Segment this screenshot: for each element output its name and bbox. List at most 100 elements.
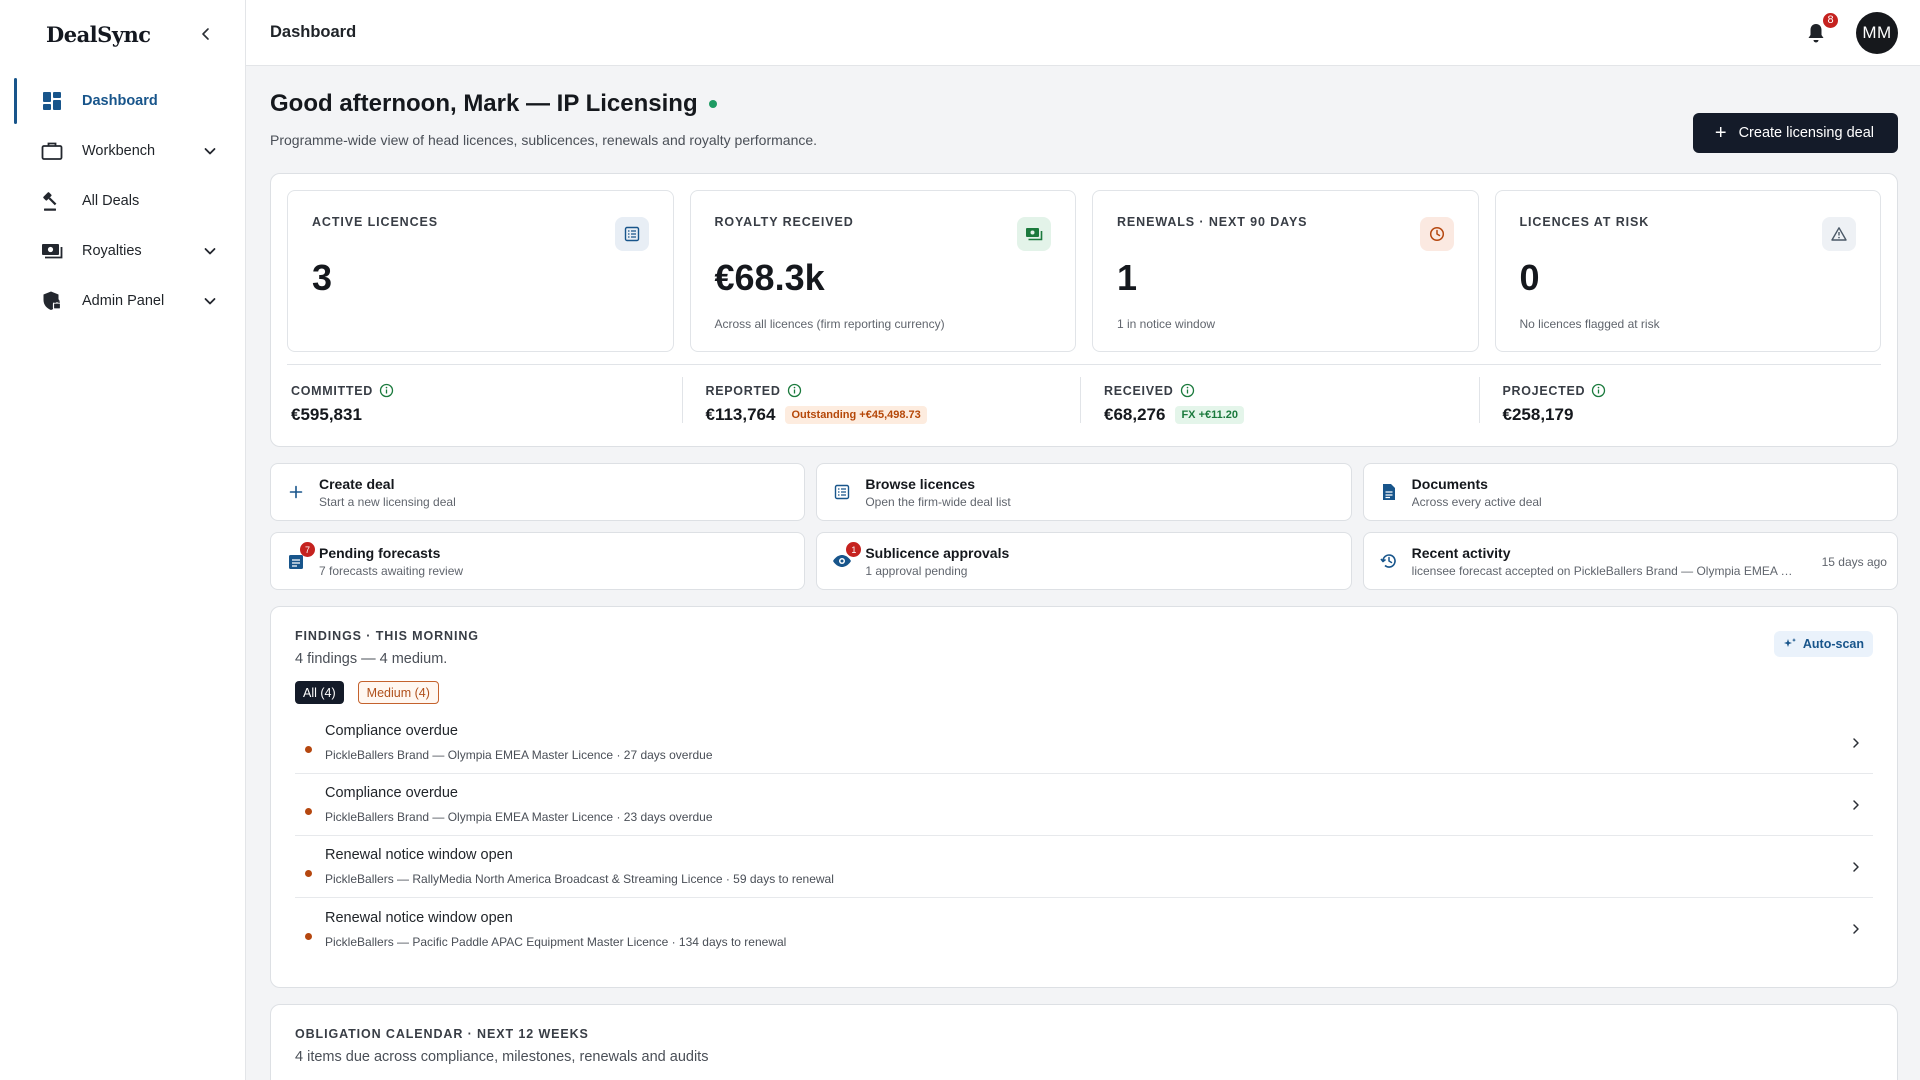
quick-action-recent-activity[interactable]: Recent activity licensee forecast accept… (1362, 532, 1898, 590)
finding-text: Renewal notice window open PickleBallers… (325, 847, 1847, 886)
quick-action-subtitle: licensee forecast accepted on PickleBall… (1411, 563, 1793, 578)
finding-title: Compliance overdue (325, 785, 458, 801)
brand-row: DealSync (0, 0, 245, 68)
findings-filters: All (4) Medium (4) (295, 681, 1873, 704)
info-icon[interactable] (787, 383, 802, 398)
kpi-card-licences-at-risk[interactable]: LICENCES AT RISK 0 No licences flagged a… (1494, 190, 1881, 352)
quick-action-title: Pending forecasts (319, 544, 441, 561)
finding-subtitle: PickleBallers Brand — Olympia EMEA Maste… (325, 810, 713, 824)
approval-count-badge: 1 (846, 542, 862, 557)
collapse-sidebar-button[interactable] (193, 21, 219, 47)
finding-text: Compliance overdue PickleBallers Brand —… (325, 723, 1847, 762)
received-value-row: €68,276 FX +€11.20 (1104, 405, 1483, 425)
chevron-left-icon (202, 28, 209, 40)
outstanding-badge: Outstanding +€45,498.73 (785, 406, 927, 424)
finding-title: Renewal notice window open (325, 847, 513, 863)
reported-label-text: REPORTED (705, 383, 781, 398)
sidebar-item-dashboard[interactable]: Dashboard (0, 76, 245, 126)
finding-subtitle: PickleBallers — Pacific Paddle APAC Equi… (325, 934, 787, 949)
eye-icon: 1 (829, 542, 862, 574)
quick-action-subtitle: Across every active deal (1411, 494, 1542, 509)
quick-action-create-deal[interactable]: Create deal Start a new licensing deal (270, 463, 806, 521)
quick-action-documents[interactable]: Documents Across every active deal (1362, 463, 1898, 521)
findings-summary: 4 findings — 4 medium. (295, 651, 448, 667)
greeting-row: Good afternoon, Mark — IP Licensing Prog… (270, 66, 1898, 153)
kpi-label: ROYALTY RECEIVED (714, 215, 854, 229)
severity-dot (305, 808, 312, 815)
kpi-card-active-licences[interactable]: ACTIVE LICENCES 3 (287, 190, 674, 352)
kpi-value: 3 (312, 257, 333, 298)
quick-action-text: Pending forecasts 7 forecasts awaiting r… (319, 545, 794, 578)
kpi-value: €68.3k (714, 257, 825, 298)
sidebar-item-admin-panel[interactable]: Admin Panel (0, 276, 245, 326)
list-icon (614, 217, 649, 251)
warning-icon (1822, 217, 1856, 251)
forecast-icon: 7 (283, 542, 315, 574)
chevron-down-icon (201, 242, 219, 260)
projected-value-row: €258,179 (1503, 405, 1882, 425)
quick-action-pending-forecasts[interactable]: 7 Pending forecasts 7 forecasts awaiting… (270, 532, 806, 590)
kpi-grid: ACTIVE LICENCES 3 ROYALTY RECEIVED €68.3… (287, 190, 1881, 352)
quick-action-sublicence-approvals[interactable]: 1 Sublicence approvals 1 approval pendin… (816, 532, 1352, 590)
finding-text: Renewal notice window open PickleBallers… (325, 910, 1847, 949)
notifications-button[interactable]: 8 (1800, 10, 1840, 49)
calendar-summary: 4 items due across compliance, milestone… (295, 1049, 709, 1065)
gavel-icon (40, 189, 64, 213)
sidebar-item-all-deals[interactable]: All Deals (0, 176, 245, 226)
forecast-count-badge: 7 (300, 542, 315, 557)
info-icon[interactable] (1591, 383, 1606, 398)
auto-scan-label: Auto-scan (1802, 637, 1864, 651)
findings-list: Compliance overdue PickleBallers Brand —… (295, 712, 1873, 960)
finding-row[interactable]: Renewal notice window open PickleBallers… (295, 836, 1873, 898)
quick-action-title: Create deal (319, 475, 395, 492)
quick-action-subtitle: Open the firm-wide deal list (865, 494, 1011, 509)
plus-icon: + (1714, 122, 1727, 144)
auto-scan-button[interactable]: Auto-scan (1773, 631, 1873, 657)
received-label-text: RECEIVED (1104, 383, 1174, 398)
sidebar-item-royalties[interactable]: Royalties (0, 226, 245, 276)
finding-title: Renewal notice window open (325, 909, 513, 926)
finding-row[interactable]: Compliance overdue PickleBallers Brand —… (295, 712, 1873, 774)
create-licensing-deal-button[interactable]: + Create licensing deal (1692, 113, 1898, 153)
filter-medium[interactable]: Medium (4) (357, 681, 439, 704)
sidebar-item-label: Dashboard (82, 93, 158, 109)
finding-subtitle: PickleBallers Brand — Olympia EMEA Maste… (325, 748, 713, 762)
filter-all[interactable]: All (4) (295, 681, 344, 704)
committed-value-row: €595,831 (291, 405, 686, 425)
reported-value-row: €113,764 Outstanding +€45,498.73 (706, 405, 1085, 425)
quick-action-browse-licences[interactable]: Browse licences Open the firm-wide deal … (816, 463, 1352, 521)
kpi-label: RENEWALS · NEXT 90 DAYS (1117, 215, 1308, 229)
received-cell: RECEIVED €68,276 FX +€11.20 (1080, 365, 1483, 448)
received-label: RECEIVED (1104, 383, 1483, 398)
finding-row[interactable]: Compliance overdue PickleBallers Brand —… (295, 774, 1873, 836)
info-icon[interactable] (1180, 383, 1195, 398)
sidebar-item-workbench[interactable]: Workbench (0, 126, 245, 176)
greeting-subtitle: Programme-wide view of head licences, su… (270, 132, 818, 148)
quick-action-title: Browse licences (865, 475, 976, 492)
quick-action-title: Sublicence approvals (865, 544, 1010, 561)
kpi-value: 0 (1519, 257, 1540, 298)
reported-label: REPORTED (706, 383, 1085, 398)
finding-text: Compliance overdue PickleBallers Brand —… (325, 785, 1847, 824)
briefcase-icon (40, 139, 64, 163)
finding-row[interactable]: Renewal notice window open PickleBallers… (295, 898, 1873, 960)
projected-label: PROJECTED (1503, 383, 1882, 398)
list-icon (829, 479, 855, 505)
page-title: Dashboard (270, 23, 357, 41)
quick-action-title: Documents (1411, 475, 1488, 492)
avatar[interactable]: MM (1856, 11, 1898, 54)
kpi-label: ACTIVE LICENCES (312, 215, 439, 229)
plus-icon (283, 479, 309, 505)
info-icon[interactable] (379, 383, 394, 398)
kpi-card-royalty-received[interactable]: ROYALTY RECEIVED €68.3k Across all licen… (689, 190, 1076, 352)
chevron-right-icon (1847, 920, 1865, 938)
quick-action-title: Recent activity (1411, 544, 1511, 561)
finding-title: Compliance overdue (325, 723, 458, 739)
sparkle-icon (1783, 638, 1796, 647)
quick-action-text: Sublicence approvals 1 approval pending (865, 545, 1340, 578)
reported-cell: REPORTED €113,764 Outstanding +€45,498.7… (681, 365, 1085, 448)
finding-subtitle: PickleBallers — RallyMedia North America… (325, 872, 834, 886)
kpi-card-renewals[interactable]: RENEWALS · NEXT 90 DAYS 1 1 in notice wi… (1092, 190, 1479, 352)
quick-action-subtitle: Start a new licensing deal (319, 494, 456, 509)
financial-summary-row: COMMITTED €595,831 REPORTED €113,764 Out… (287, 365, 1881, 448)
